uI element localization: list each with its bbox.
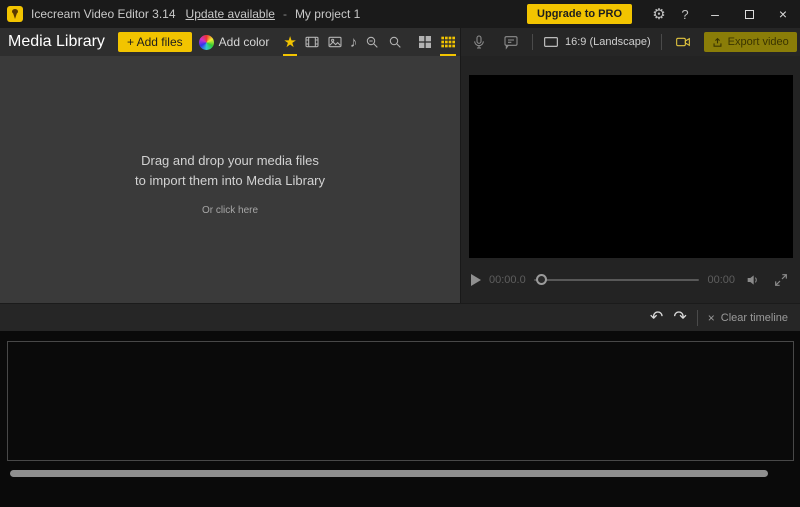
aspect-ratio-selector[interactable]: 16:9 (Landscape): [543, 34, 651, 50]
music-note-icon: ♪: [349, 33, 358, 51]
video-camera-icon: [675, 37, 690, 47]
search-button[interactable]: [387, 28, 403, 56]
filter-audio-button[interactable]: ♪: [350, 28, 358, 56]
seek-handle[interactable]: [535, 274, 547, 285]
clear-timeline-button[interactable]: × Clear timeline: [708, 311, 788, 325]
grid-small-icon: [441, 36, 456, 48]
clear-x-icon: ×: [707, 310, 715, 325]
panel-title: Media Library: [8, 33, 105, 50]
clear-timeline-label: Clear timeline: [720, 311, 788, 324]
view-small-grid-button[interactable]: [440, 28, 457, 56]
timeline-toolbar-divider: [696, 309, 698, 326]
drop-line-1: Drag and drop your media files: [141, 153, 319, 168]
webcam-capture-button[interactable]: [672, 28, 694, 56]
main-area: Drag and drop your media files to import…: [0, 56, 800, 303]
monitor-icon: [544, 37, 558, 47]
help-button[interactable]: ?: [672, 0, 698, 28]
undo-button[interactable]: ↶: [650, 309, 663, 326]
upgrade-to-pro-button[interactable]: Upgrade to PRO: [527, 4, 632, 24]
minimize-button[interactable]: –: [698, 0, 732, 28]
expand-icon: [775, 274, 787, 286]
speaker-icon: [747, 275, 757, 285]
add-color-label: Add color: [218, 35, 270, 49]
empty-timeline-track: [7, 341, 794, 461]
color-wheel-icon: [198, 34, 214, 50]
preview-header: 16:9 (Landscape) Export video: [460, 28, 800, 56]
filter-images-button[interactable]: [327, 28, 343, 56]
zoom-out-icon: [367, 36, 379, 48]
microphone-icon: [474, 35, 484, 49]
timeline-scrollbar[interactable]: [10, 470, 768, 477]
current-time: 00:00.0: [489, 274, 526, 286]
play-button[interactable]: [471, 274, 481, 286]
export-video-label: Export video: [727, 36, 789, 48]
aspect-ratio-label: 16:9 (Landscape): [565, 36, 651, 48]
add-color-button[interactable]: Add color: [198, 34, 270, 50]
total-time: 00:00: [707, 274, 735, 286]
app-title: Icecream Video Editor 3.14: [31, 7, 176, 21]
close-button[interactable]: ×: [766, 0, 800, 28]
timeline-area[interactable]: [0, 331, 800, 507]
media-library-toolbar: Media Library + Add files Add color ★ ♪: [0, 28, 474, 56]
settings-gear-icon[interactable]: ⚙: [646, 0, 672, 28]
maximize-icon: [744, 9, 754, 19]
seek-slider[interactable]: [533, 273, 700, 287]
app-logo-icon: [7, 6, 23, 22]
export-video-button[interactable]: Export video: [703, 32, 797, 52]
star-icon: ★: [283, 33, 297, 51]
image-icon: [328, 36, 342, 48]
voiceover-button[interactable]: [468, 28, 490, 56]
or-click-here-link[interactable]: Or click here: [0, 203, 460, 219]
dropzone-message: Drag and drop your media files to import…: [0, 151, 460, 219]
subtitles-button[interactable]: [500, 28, 522, 56]
media-library-dropzone[interactable]: Drag and drop your media files to import…: [0, 56, 460, 303]
grid-large-icon: [419, 36, 432, 48]
filter-all-star-button[interactable]: ★: [283, 28, 297, 56]
header-divider: [532, 34, 533, 50]
upload-icon: [713, 37, 722, 47]
playback-controls: 00:00.0 00:00: [471, 262, 791, 298]
video-preview-screen: [469, 75, 793, 258]
project-name: My project 1: [294, 7, 361, 21]
timeline-toolbar: ↶ ↷ × Clear timeline: [0, 303, 800, 331]
fullscreen-button[interactable]: [771, 270, 791, 290]
speech-bubble-icon: [504, 36, 518, 50]
titlebar-separator: -: [282, 7, 287, 21]
drop-line-2: to import them into Media Library: [134, 173, 326, 189]
zoom-out-button[interactable]: [364, 28, 380, 56]
redo-button[interactable]: ↷: [673, 309, 686, 326]
seek-track: [533, 279, 700, 281]
search-icon: [390, 36, 402, 48]
titlebar: Icecream Video Editor 3.14 Update availa…: [0, 0, 800, 28]
volume-button[interactable]: [743, 270, 763, 290]
view-large-grid-button[interactable]: [417, 28, 433, 56]
maximize-button[interactable]: [732, 0, 766, 28]
filter-videos-button[interactable]: [304, 28, 320, 56]
film-icon: [305, 36, 319, 48]
add-files-button[interactable]: + Add files: [117, 32, 192, 52]
update-available-link[interactable]: Update available: [186, 7, 275, 21]
toolbar: Media Library + Add files Add color ★ ♪ …: [0, 28, 800, 56]
app-window: Icecream Video Editor 3.14 Update availa…: [0, 0, 800, 507]
preview-panel: 00:00.0 00:00: [460, 56, 800, 303]
header-divider: [660, 34, 662, 50]
